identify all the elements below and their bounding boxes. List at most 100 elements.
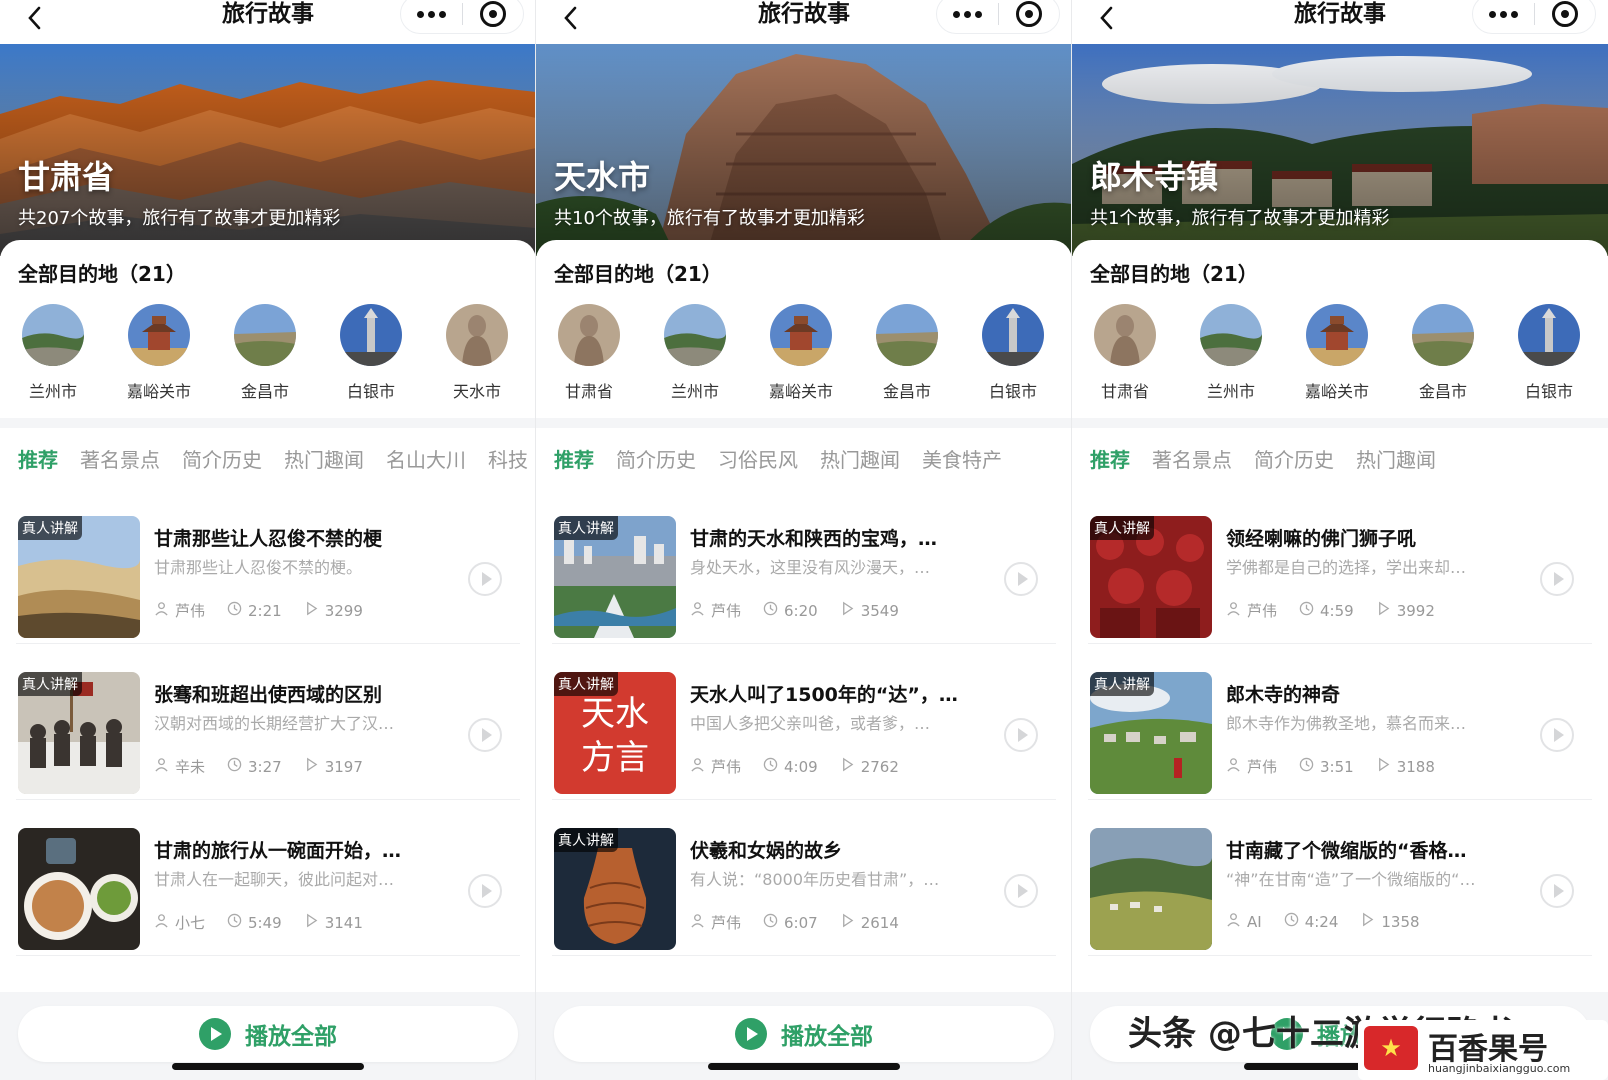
duration-value: 6:07 [784,913,818,932]
play-story-button[interactable] [468,874,502,908]
tab-category[interactable]: 简介历史 [1254,444,1334,473]
tab-category[interactable]: 著名景点 [1152,444,1232,473]
story-list: 真人讲解 甘肃的天水和陕西的宝鸡，… 身处天水，这里没有风沙漫天，… 芦伟 6:… [536,488,1071,992]
author-name: 辛未 [175,758,206,776]
author: 小七 [154,912,205,933]
destination-item[interactable]: 天水市 [424,304,530,402]
destination-item[interactable]: 甘肃省 [536,304,642,402]
story-item[interactable]: 真人讲解 领经喇嘛的佛门狮子吼 学佛都是自己的选择，学出来却… 芦伟 4:59 … [1088,488,1592,644]
clock-icon [1284,912,1305,931]
play-story-button[interactable] [1004,562,1038,596]
play-story-button[interactable] [1540,718,1574,752]
destination-item[interactable]: 兰州市 [0,304,106,402]
tab-category[interactable]: 热门趣闻 [820,444,900,473]
tab-category[interactable]: 美食特产 [922,444,1002,473]
play-all-button[interactable]: 播放全部 [554,1006,1054,1062]
story-meta: 辛未 3:27 3197 [154,756,385,777]
tab-category[interactable]: 简介历史 [182,444,262,473]
tab-category[interactable]: 科技 [488,444,528,473]
story-item[interactable]: 真人讲解 甘肃那些让人忍俊不禁的梗 甘肃那些让人忍俊不禁的梗。 芦伟 2:21 … [16,488,520,644]
destinations-title[interactable]: 全部目的地（21） [1090,258,1258,287]
destination-name: 甘肃省 [1100,382,1149,401]
story-title: 伏羲和女娲的故乡 [690,840,843,862]
nav-bar: 旅行故事 [536,0,1071,44]
destination-item[interactable]: 兰州市 [642,304,748,402]
tab-category[interactable]: 热门趣闻 [1356,444,1436,473]
destination-item[interactable]: 白银市 [1496,304,1602,402]
destination-item[interactable]: 金昌市 [1390,304,1496,402]
tab-category[interactable]: 热门趣闻 [284,444,364,473]
duration: 4:24 [1284,912,1338,931]
story-title: 甘南藏了个微缩版的“香格… [1226,840,1467,862]
user-icon [690,913,711,932]
story-item[interactable]: 天水 方言 真人讲解 天水人叫了1500年的“达”，… 中国人多把父亲叫爸，或者… [552,644,1056,800]
tab-category[interactable]: 简介历史 [616,444,696,473]
destination-name: 白银市 [346,382,395,401]
close-program-button[interactable] [463,0,524,33]
story-title: 天水人叫了1500年的“达”，… [690,684,958,706]
play-story-button[interactable] [1004,718,1038,752]
more-menu-button[interactable] [937,0,998,33]
tab-category[interactable]: 名山大川 [386,444,466,473]
destination-item[interactable]: 白银市 [960,304,1066,402]
target-circle-icon [1551,1,1578,27]
author: 芦伟 [1226,600,1277,621]
destination-thumbnail [664,304,726,366]
play-count-icon [304,757,325,776]
play-story-button[interactable] [468,718,502,752]
story-thumbnail [1090,828,1212,950]
destinations-title[interactable]: 全部目的地（21） [554,258,722,287]
destination-name: 嘉峪关市 [1304,382,1369,401]
destination-thumbnail [982,304,1044,366]
close-program-button[interactable] [1535,0,1596,33]
live-narration-badge: 真人讲解 [554,828,618,852]
tab-category[interactable]: 习俗民风 [718,444,798,473]
destination-item[interactable]: 嘉峪关市 [1284,304,1390,402]
destination-item[interactable]: 金昌市 [212,304,318,402]
destination-thumbnail [1306,304,1368,366]
destination-item[interactable]: 兰州市 [1178,304,1284,402]
destination-thumbnail [234,304,296,366]
close-program-button[interactable] [999,0,1060,33]
play-count-value: 3299 [324,601,363,620]
story-item[interactable]: 真人讲解 甘肃的天水和陕西的宝鸡，… 身处天水，这里没有风沙漫天，… 芦伟 6:… [552,488,1056,644]
destination-item[interactable]: 金昌市 [854,304,960,402]
play-story-button[interactable] [468,562,502,596]
tab-recommended[interactable]: 推荐 [554,444,594,475]
destinations-title[interactable]: 全部目的地（21） [18,258,186,287]
story-item[interactable]: 甘肃的旅行从一碗面开始，… 甘肃人在一起聊天，彼此问起对… 小七 5:49 31… [16,800,520,956]
tab-category[interactable]: 著名景点 [80,444,160,473]
tab-recommended[interactable]: 推荐 [18,444,58,475]
star-flag-logo-icon: ★ [1364,1026,1418,1070]
story-description: 汉朝对西域的长期经营扩大了汉… [154,714,395,733]
story-description: 有人说：“8000年历史看甘肃”，… [690,870,940,889]
destination-item[interactable]: 甘肃省 [1072,304,1178,402]
tab-recommended[interactable]: 推荐 [1090,444,1130,475]
play-count: 3992 [1376,601,1435,620]
play-story-button[interactable] [1004,874,1038,908]
phone-screen-3: 旅行故事 郎木寺镇 共1个故事，旅行有了故事才更加精彩 全部目的地（21） 甘肃 [1072,0,1608,1080]
destination-name: 天水市 [452,382,501,401]
story-item[interactable]: 甘南藏了个微缩版的“香格… “神”在甘南“造”了一个微缩版的“… AI 4:24… [1088,800,1592,956]
play-all-button[interactable]: 播放全部 [18,1006,518,1062]
target-circle-icon [1015,1,1042,27]
story-item[interactable]: 真人讲解 伏羲和女娲的故乡 有人说：“8000年历史看甘肃”，… 芦伟 6:07… [552,800,1056,956]
play-story-button[interactable] [1540,874,1574,908]
story-thumbnail: 真人讲解 [554,828,676,950]
destination-item[interactable]: 嘉峪关市 [106,304,212,402]
destination-item[interactable]: 嘉峪关市 [748,304,854,402]
story-meta: 芦伟 6:20 3549 [690,600,921,621]
play-count-value: 3992 [1396,601,1435,620]
live-narration-badge: 真人讲解 [18,672,82,696]
play-circle-icon [199,1018,231,1050]
more-menu-button[interactable] [1473,0,1534,33]
destination-thumbnail [876,304,938,366]
destination-item[interactable]: 白银市 [318,304,424,402]
story-title: 甘肃的旅行从一碗面开始，… [154,840,402,862]
author-name: 芦伟 [175,602,206,620]
story-item[interactable]: 真人讲解 郎木寺的神奇 郎木寺作为佛教圣地，慕名而来… 芦伟 3:51 3188 [1088,644,1592,800]
story-item[interactable]: 真人讲解 张骞和班超出使西域的区别 汉朝对西域的长期经营扩大了汉… 辛未 3:2… [16,644,520,800]
destinations-list: 甘肃省 兰州市 嘉峪关市 金昌市 白银市 [536,304,1071,402]
more-menu-button[interactable] [401,0,462,33]
play-story-button[interactable] [1540,562,1574,596]
